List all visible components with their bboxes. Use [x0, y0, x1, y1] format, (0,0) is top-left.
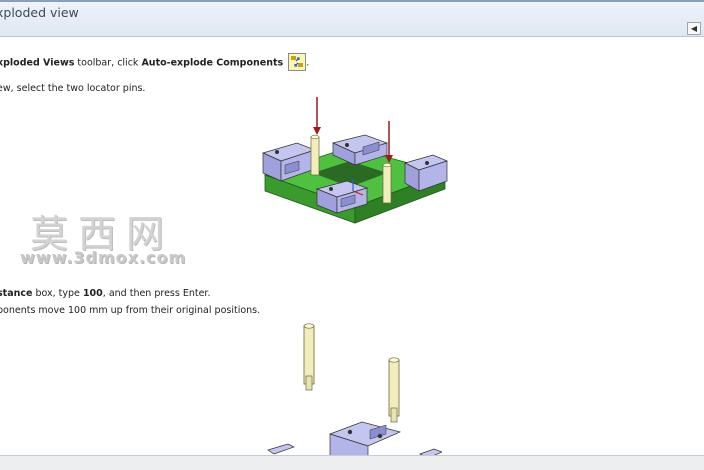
instruction-step-2: ew, select the two locator pins. — [0, 83, 146, 94]
exploded-pins-illustration — [267, 323, 442, 458]
assembly-selection-illustration — [261, 97, 448, 224]
back-button[interactable]: ◀ — [687, 22, 701, 35]
auto-explode-components-icon — [288, 53, 307, 71]
step-text-end: . — [306, 57, 310, 69]
step-text: toolbar, click — [74, 57, 142, 69]
instruction-step-1: xploded Views toolbar, click Auto-explod… — [0, 53, 310, 72]
instruction-step-4: ponents move 100 mm up from their origin… — [0, 305, 261, 316]
instruction-step-3: stance box, type 100, and then press Ent… — [0, 288, 210, 299]
command-name: Auto-explode Components — [141, 57, 284, 69]
step-text-end: , and then press Enter. — [102, 288, 211, 299]
field-name: stance — [0, 288, 33, 299]
status-bar — [0, 455, 704, 470]
title-bar: xploded view ◀ — [0, 2, 704, 37]
step-text: box, type — [32, 288, 83, 299]
toolbar-name: xploded Views — [0, 57, 75, 69]
watermark-url: www.3dmox.com — [20, 248, 187, 267]
page-title: xploded view — [0, 5, 79, 20]
value-text: 100 — [82, 288, 103, 299]
back-arrow-icon: ◀ — [690, 24, 698, 33]
